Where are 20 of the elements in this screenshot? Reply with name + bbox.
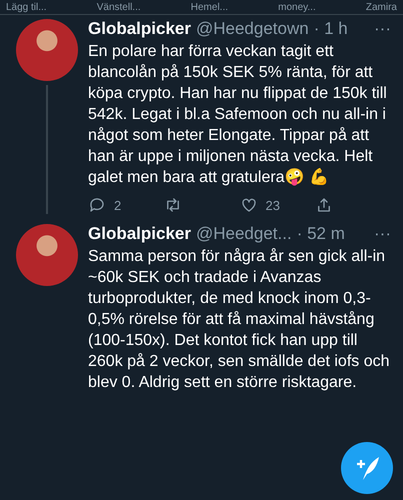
compose-button[interactable] (341, 442, 393, 494)
tab-label[interactable]: Zamira (366, 2, 397, 12)
tweet-time: · 52 m (296, 224, 345, 244)
more-button[interactable]: ··· (374, 224, 391, 244)
tweet-time: · 1 h (314, 19, 348, 39)
tab-label[interactable]: money... (278, 2, 316, 12)
tab-label[interactable]: Lägg til... (6, 2, 47, 12)
user-name: Globalpicker (88, 224, 191, 244)
reply-button[interactable]: 2 (88, 196, 164, 214)
user-handle: @Heedget... (196, 224, 292, 244)
tab-label[interactable]: Vänstell... (96, 2, 141, 12)
tweet-text: Samma person för några år sen gick all-in ~60k SEK och tradade i Avanzas turboprodukter, de med knock inom 0,3-0,5% rörelse för att få maximal hävstång (100-150x). Det kontot fick han upp till 260k på 2 veckor, sen smällde det iofs och blev 0. Aldrig sett en större risktagare. (88, 247, 391, 393)
tab-label[interactable]: Hemel... (190, 2, 228, 12)
like-button[interactable]: 23 (240, 196, 316, 214)
heart-icon (240, 196, 258, 214)
user-handle: @Heedgetown (196, 19, 309, 39)
more-button[interactable]: ··· (374, 19, 391, 39)
user-name: Globalpicker (88, 19, 191, 39)
speech-bubble-icon (88, 196, 106, 214)
tweet-text: En polare har förra veckan tagit ett blancolån på 150k SEK 5% ränta, för att köpa crypto. Han har nu flippat de 150k till 542k. Legat i bl.a Safemoon och nu all-in i något som heter Elongate. Tippar på att han är uppe i miljonen nästa vecka. Helt galet men bara att gratulera🤪 💪 (88, 42, 388, 188)
